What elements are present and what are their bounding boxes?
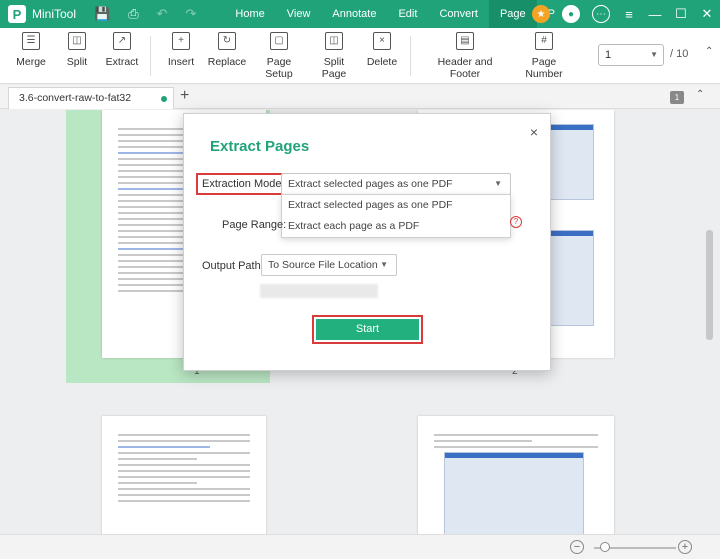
page-number-label: Page Number [525, 56, 563, 80]
help-icon[interactable]: ? [510, 216, 522, 228]
replace-icon: ↻ [218, 32, 236, 50]
document-tab-label: 3.6-convert-raw-to-fat32 [19, 92, 132, 104]
page-badge[interactable]: 1 [670, 91, 684, 104]
delete-button[interactable]: × Delete [366, 32, 398, 68]
extract-label: Extract [105, 56, 139, 68]
close-icon[interactable]: × [530, 124, 538, 140]
screenshot-image [548, 230, 594, 326]
delete-label: Delete [366, 56, 398, 68]
title-bar: P MiniTool 💾 ⎙ ↶ ↷ Home View Annotate Ed… [0, 0, 720, 28]
vertical-scrollbar[interactable] [706, 230, 713, 340]
chevron-down-icon: ▼ [494, 179, 502, 188]
option-extract-each[interactable]: Extract each page as a PDF [282, 216, 510, 237]
merge-icon: ☰ [22, 32, 40, 50]
page-text-lines [118, 434, 250, 506]
insert-label: Insert [167, 56, 195, 68]
menu-edit[interactable]: Edit [387, 0, 428, 28]
menu-convert[interactable]: Convert [428, 0, 489, 28]
page-thumbnail-4[interactable] [418, 416, 614, 534]
output-path-label: Output Path: [202, 260, 264, 272]
tab-bar: 3.6-convert-raw-to-fat32 + 1 ⌃ [0, 85, 720, 109]
extraction-mode-dropdown: Extract selected pages as one PDF Extrac… [281, 194, 511, 238]
extract-icon: ↗ [113, 32, 131, 50]
menu-icon[interactable]: ≡ [616, 7, 642, 22]
split-page-button[interactable]: ◫ Split Page [311, 32, 357, 80]
output-path-value: To Source File Location [268, 259, 378, 271]
document-tab[interactable]: 3.6-convert-raw-to-fat32 [8, 87, 174, 109]
merge-label: Merge [16, 56, 46, 68]
extraction-mode-select[interactable]: Extract selected pages as one PDF ▼ [281, 173, 511, 195]
screenshot-image [444, 452, 584, 534]
add-tab-button[interactable]: + [180, 87, 189, 105]
start-highlight: Start [312, 315, 423, 344]
main-menu: Home View Annotate Edit Convert Page P [224, 0, 566, 28]
page-text-lines [434, 434, 598, 452]
header-footer-icon: ▤ [456, 32, 474, 50]
extract-button[interactable]: ↗ Extract [104, 32, 140, 68]
chat-icon[interactable]: ⋯ [592, 5, 610, 23]
store-icon[interactable]: ★ [532, 5, 550, 23]
menu-home[interactable]: Home [224, 0, 275, 28]
zoom-in-button[interactable]: + [678, 540, 692, 554]
replace-label: Replace [207, 56, 247, 68]
page-setup-button[interactable]: ▢ Page Setup [254, 32, 304, 80]
replace-button[interactable]: ↻ Replace [207, 32, 247, 68]
start-button[interactable]: Start [316, 319, 419, 340]
page-total: / 10 [670, 48, 689, 60]
split-page-icon: ◫ [325, 32, 343, 50]
split-label: Split [66, 56, 88, 68]
zoom-out-button[interactable]: − [570, 540, 584, 554]
app-name: MiniTool [32, 7, 77, 21]
page-toolbar: ☰ Merge ◫ Split ↗ Extract + Insert ↻ Rep… [0, 28, 720, 84]
output-path-preview [260, 284, 378, 298]
undo-icon[interactable]: ↶ [157, 6, 168, 22]
insert-icon: + [172, 32, 190, 50]
page-thumbnail-3[interactable] [102, 416, 266, 534]
close-window-icon[interactable]: ✕ [694, 6, 720, 22]
collapse-ribbon-icon[interactable]: ⌃ [705, 46, 713, 57]
chevron-down-icon: ▼ [650, 50, 658, 59]
save-icon[interactable]: 💾 [94, 6, 110, 22]
page-range-label: Page Range: [222, 219, 287, 231]
toolbar-divider [410, 36, 411, 76]
page-number-input[interactable]: 1 ▼ [598, 44, 664, 66]
output-path-select[interactable]: To Source File Location ▼ [261, 254, 397, 276]
extraction-mode-label: Extraction Mode: [196, 173, 292, 195]
print-icon[interactable]: ⎙ [128, 6, 138, 22]
toolbar-divider [150, 36, 151, 76]
header-footer-button[interactable]: ▤ Header and Footer [423, 32, 507, 80]
redo-icon[interactable]: ↷ [186, 6, 197, 22]
insert-button[interactable]: + Insert [165, 32, 197, 68]
merge-button[interactable]: ☰ Merge [14, 32, 48, 68]
menu-annotate[interactable]: Annotate [321, 0, 387, 28]
split-page-label: Split Page [321, 56, 347, 80]
maximize-icon[interactable]: ☐ [668, 6, 694, 22]
split-icon: ◫ [68, 32, 86, 50]
page-number-icon: # [535, 32, 553, 50]
chevron-down-icon: ▼ [380, 260, 388, 269]
delete-icon: × [373, 32, 391, 50]
chevron-up-icon[interactable]: ⌃ [696, 89, 704, 100]
extract-pages-dialog: Extract Pages × Extraction Mode: Extract… [183, 113, 551, 371]
split-button[interactable]: ◫ Split [62, 32, 92, 68]
extraction-mode-value: Extract selected pages as one PDF [288, 178, 453, 190]
minimize-icon[interactable]: — [642, 7, 668, 22]
zoom-slider-handle[interactable] [600, 542, 610, 552]
page-setup-label: Page Setup [265, 56, 293, 80]
option-extract-selected[interactable]: Extract selected pages as one PDF [282, 195, 510, 216]
unsaved-dot-icon [161, 96, 167, 102]
user-icon[interactable]: ● [562, 5, 580, 23]
dialog-title: Extract Pages [210, 138, 310, 155]
header-footer-label: Header and Footer [437, 56, 493, 80]
page-number-value: 1 [605, 49, 612, 61]
screenshot-image [548, 124, 594, 200]
status-bar: − + [0, 534, 720, 559]
minitool-logo-icon: P [8, 5, 26, 23]
page-setup-icon: ▢ [270, 32, 288, 50]
page-number-button[interactable]: # Page Number [513, 32, 575, 80]
menu-view[interactable]: View [276, 0, 322, 28]
